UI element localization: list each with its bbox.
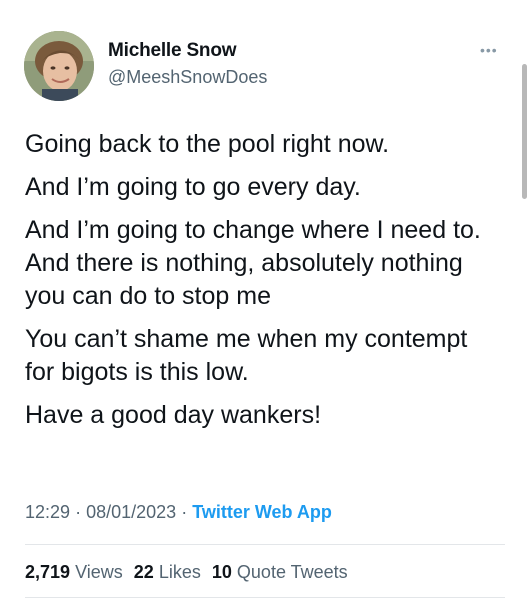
avatar[interactable] <box>24 31 94 101</box>
meta-separator: · <box>181 502 188 522</box>
tweet-source-link[interactable]: Twitter Web App <box>192 502 332 522</box>
quote-tweets-stat[interactable]: 10 Quote Tweets <box>212 562 348 582</box>
avatar-image <box>24 31 94 101</box>
views-stat[interactable]: 2,719 Views <box>25 562 128 582</box>
tweet-metadata: 12:29 · 08/01/2023 · Twitter Web App <box>25 502 332 523</box>
scrollbar[interactable] <box>522 64 527 199</box>
views-label: Views <box>75 562 123 582</box>
tweet-date[interactable]: 08/01/2023 <box>86 502 176 522</box>
tweet-time[interactable]: 12:29 <box>25 502 70 522</box>
tweet-text: Going back to the pool right now. And I’… <box>25 128 495 442</box>
divider <box>25 597 505 598</box>
tweet-paragraph: Going back to the pool right now. <box>25 130 390 158</box>
tweet-paragraph: Have a good day wankers! <box>25 401 322 429</box>
author-name[interactable]: Michelle Snow <box>108 40 237 62</box>
views-count: 2,719 <box>25 562 71 582</box>
more-options-icon[interactable]: ••• <box>480 42 498 58</box>
quote-tweets-count: 10 <box>211 562 232 582</box>
likes-stat[interactable]: 22 Likes <box>134 562 206 582</box>
quote-tweets-label: Quote Tweets <box>236 562 348 582</box>
divider <box>25 544 505 545</box>
tweet-paragraph: You can’t shame me when my contempt for … <box>25 325 468 386</box>
tweet-paragraph: And I’m going to go every day. <box>25 173 361 201</box>
tweet-paragraph: And I’m going to change where I need to.… <box>25 216 481 310</box>
meta-separator: · <box>75 502 82 522</box>
likes-count: 22 <box>133 562 154 582</box>
likes-label: Likes <box>158 562 201 582</box>
tweet-stats: 2,719 Views 22 Likes 10 Quote Tweets <box>25 562 354 583</box>
author-handle[interactable]: @MeeshSnowDoes <box>108 67 267 88</box>
